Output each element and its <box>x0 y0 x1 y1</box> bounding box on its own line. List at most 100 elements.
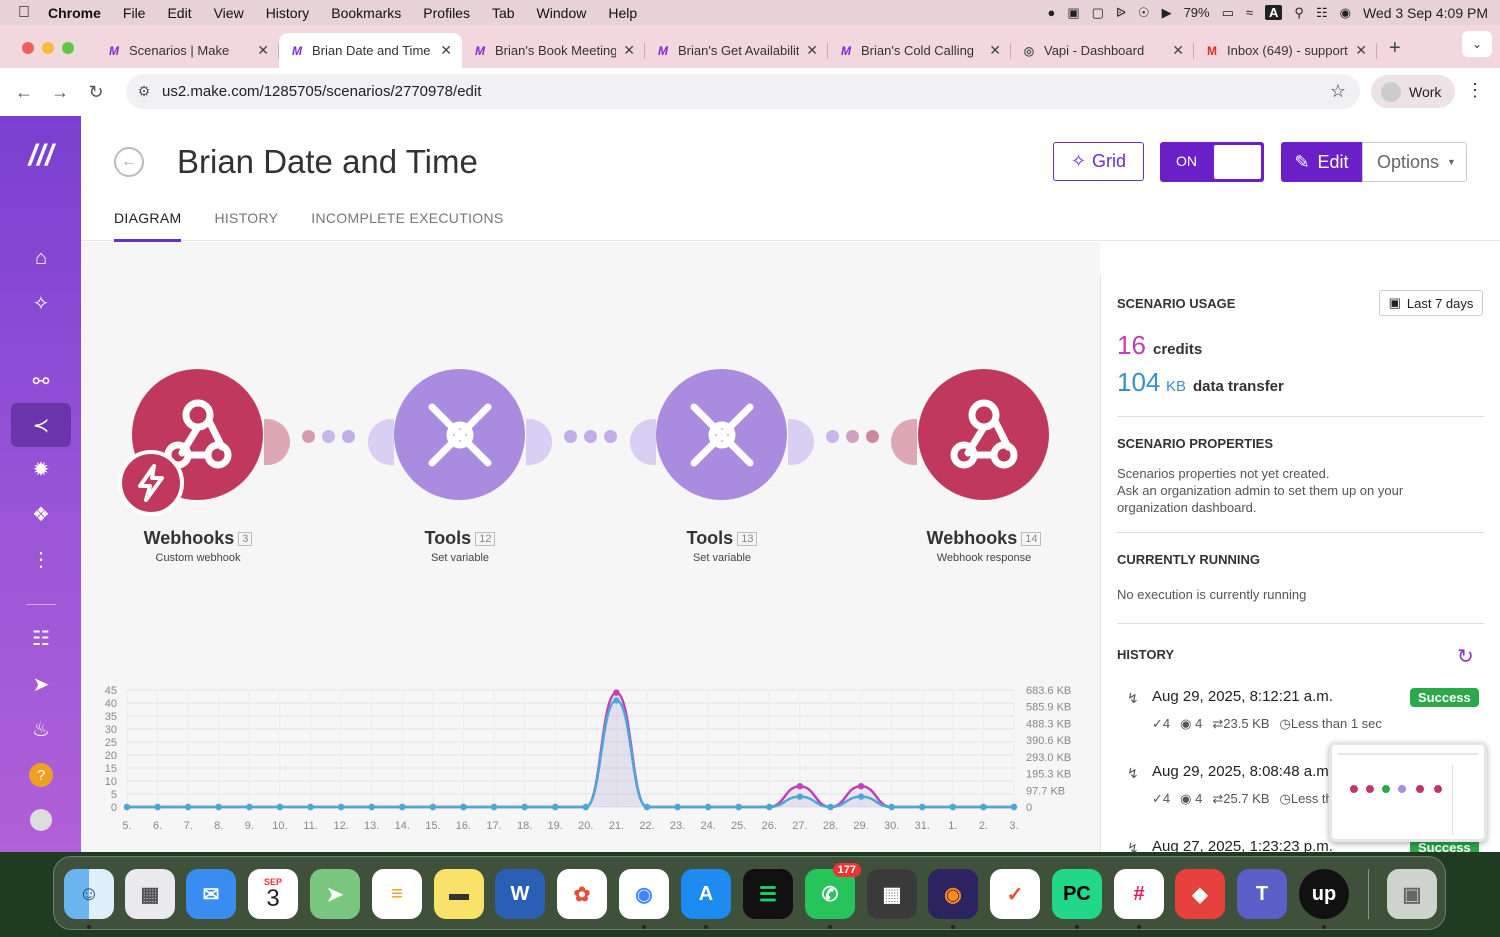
address-bar[interactable]: ⚙ us2.make.com/1285705/scenarios/2770978… <box>126 74 1360 109</box>
menu-help[interactable]: Help <box>597 5 648 21</box>
close-tab-icon[interactable]: ✕ <box>623 42 635 59</box>
close-window-button[interactable] <box>22 42 34 54</box>
browser-tab[interactable]: ◎ Vapi - Dashboard ✕ <box>1011 33 1194 68</box>
close-tab-icon[interactable]: ✕ <box>1355 42 1367 59</box>
input-source-icon[interactable]: A <box>1265 5 1283 20</box>
teams-icon[interactable]: T <box>1237 869 1287 919</box>
browser-tab[interactable]: M Scenarios | Make ✕ <box>96 33 279 68</box>
make-logo-icon[interactable]: /// <box>11 134 71 178</box>
menu-window[interactable]: Window <box>526 5 598 21</box>
module-tools-12[interactable] <box>394 369 525 500</box>
close-tab-icon[interactable]: ✕ <box>989 42 1001 59</box>
forward-arrow-icon[interactable]: → <box>42 82 78 103</box>
close-tab-icon[interactable]: ✕ <box>257 42 269 59</box>
whatsapp-icon[interactable]: ✆ 177 <box>805 863 861 919</box>
mail-icon[interactable]: ✉ <box>186 869 236 919</box>
chrome-menu-icon[interactable]: ⋮ <box>1466 80 1484 101</box>
back-arrow-icon[interactable]: ← <box>114 147 144 177</box>
spotify-icon[interactable]: ☰ <box>743 869 793 919</box>
menu-edit[interactable]: Edit <box>156 5 202 21</box>
menu-profiles[interactable]: Profiles <box>412 5 481 21</box>
teams-tray-icon[interactable]: ▣ <box>1067 5 1079 21</box>
tab-diagram[interactable]: DIAGRAM <box>114 210 182 243</box>
upwork-icon[interactable]: up <box>1299 869 1349 919</box>
screenshot-thumbnail[interactable] <box>1329 742 1487 842</box>
calculator-icon[interactable]: ▦ <box>867 869 917 919</box>
options-dropdown[interactable]: Options ▼ <box>1362 142 1467 182</box>
url-text[interactable]: us2.make.com/1285705/scenarios/2770978/e… <box>162 83 481 100</box>
browser-tab[interactable]: M Brian's Cold Calling ✕ <box>828 33 1011 68</box>
close-tab-icon[interactable]: ✕ <box>440 42 452 59</box>
close-tab-icon[interactable]: ✕ <box>1172 42 1184 59</box>
accessibility-icon[interactable]: ☉ <box>1138 5 1150 21</box>
team-icon[interactable]: ⚯ <box>11 359 71 403</box>
scenario-title[interactable]: Brian Date and Time <box>177 143 478 181</box>
maximize-window-button[interactable] <box>62 42 74 54</box>
scenario-on-toggle[interactable]: ON <box>1160 142 1264 182</box>
puzzle-icon[interactable]: ❖ <box>11 492 71 536</box>
tab-history[interactable]: HISTORY <box>214 210 278 243</box>
tab-search-chevron-icon[interactable]: ⌄ <box>1462 31 1492 57</box>
share-icon[interactable]: ≺ <box>11 403 71 447</box>
launchpad-icon[interactable]: ▦ <box>125 869 175 919</box>
display-tray-icon[interactable]: ▢ <box>1092 5 1104 21</box>
bluetooth-icon[interactable]: ᐉ <box>1116 5 1126 21</box>
calendar-icon[interactable]: SEP 3 <box>248 869 298 919</box>
reload-icon[interactable]: ↻ <box>78 82 114 103</box>
minimize-window-button[interactable] <box>42 42 54 54</box>
pycharm-icon[interactable]: PC <box>1052 869 1102 919</box>
browser-tab[interactable]: M Brian's Book Meeting ✕ <box>462 33 645 68</box>
siri-icon[interactable]: ◉ <box>1340 5 1351 21</box>
bookmark-star-icon[interactable]: ☆ <box>1330 81 1346 102</box>
ai-agents-icon[interactable]: ✹ <box>11 447 71 491</box>
upwork-tray-icon[interactable]: ● <box>1047 5 1055 20</box>
menu-bookmarks[interactable]: Bookmarks <box>320 5 412 21</box>
app-menu-chrome[interactable]: Chrome <box>42 5 112 21</box>
app-store-icon[interactable]: A <box>681 869 731 919</box>
chrome-icon[interactable]: ◉ <box>619 869 669 919</box>
notes-icon[interactable]: ▬ <box>434 869 484 919</box>
photos-icon[interactable]: ✿ <box>557 869 607 919</box>
grid-button[interactable]: ✧ Grid <box>1053 142 1144 181</box>
clock[interactable]: Wed 3 Sep 4:09 PM <box>1363 5 1488 21</box>
help-icon[interactable]: ? <box>11 753 71 797</box>
rocket-icon[interactable]: ➤ <box>11 662 71 706</box>
wifi-icon[interactable]: ≈ <box>1246 5 1253 20</box>
apple-menu-icon[interactable]:  <box>0 4 42 22</box>
new-tab-icon[interactable]: + <box>1377 37 1413 68</box>
word-icon[interactable]: W <box>495 869 545 919</box>
module-tools-13[interactable] <box>656 369 787 500</box>
date-range-button[interactable]: ▣ Last 7 days <box>1379 290 1483 316</box>
module-webhooks-14[interactable] <box>918 369 1049 500</box>
control-center-icon[interactable]: ☷ <box>1316 5 1328 21</box>
browser-tab[interactable]: M Inbox (649) - support ✕ <box>1194 33 1377 68</box>
ticktick-icon[interactable]: ✓ <box>990 869 1040 919</box>
browser-tab-active[interactable]: M Brian Date and Time ✕ <box>279 33 462 68</box>
play-tray-icon[interactable]: ▶ <box>1162 5 1172 21</box>
menu-file[interactable]: File <box>112 5 157 21</box>
user-avatar[interactable] <box>11 798 71 842</box>
battery-icon[interactable]: ▭ <box>1222 5 1234 21</box>
profile-button[interactable]: Work <box>1371 75 1455 108</box>
anydesk-icon[interactable]: ◆ <box>1175 869 1225 919</box>
spotlight-icon[interactable]: ⚲ <box>1294 5 1304 21</box>
refresh-icon[interactable]: ↻ <box>1457 644 1474 669</box>
maps-icon[interactable]: ➤ <box>310 869 360 919</box>
firefox-icon[interactable]: ◉ <box>928 869 978 919</box>
history-item[interactable]: ↯ Aug 29, 2025, 8:12:21 a.m. Success ✓4 … <box>1117 688 1487 748</box>
tab-incomplete-executions[interactable]: INCOMPLETE EXECUTIONS <box>311 210 503 243</box>
docs-book-icon[interactable]: ☷ <box>11 616 71 660</box>
trigger-bolt-icon[interactable] <box>118 450 184 516</box>
trash-icon[interactable]: ▣ <box>1387 869 1437 919</box>
site-settings-icon[interactable]: ⚙ <box>126 83 162 100</box>
reminders-icon[interactable]: ≡ <box>372 869 422 919</box>
close-tab-icon[interactable]: ✕ <box>806 42 818 59</box>
browser-tab[interactable]: M Brian's Get Availability ✕ <box>645 33 828 68</box>
menu-view[interactable]: View <box>203 5 255 21</box>
menu-tab[interactable]: Tab <box>481 5 526 21</box>
edit-button[interactable]: ✎ Edit <box>1281 142 1362 182</box>
home-icon[interactable]: ⌂ <box>11 236 71 280</box>
bell-icon[interactable]: ♨ <box>11 707 71 751</box>
menu-history[interactable]: History <box>255 5 321 21</box>
more-icon[interactable]: ⋮ <box>11 537 71 581</box>
